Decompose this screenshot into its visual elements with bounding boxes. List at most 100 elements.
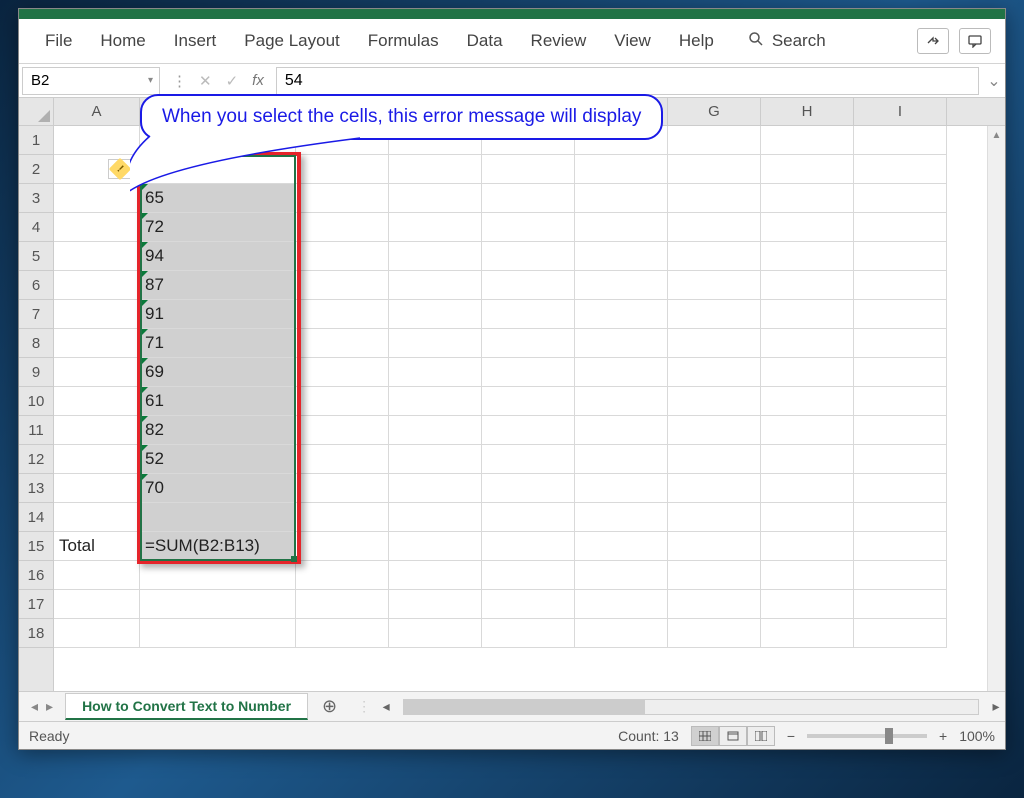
cell-G12[interactable]: [668, 445, 761, 474]
cell-I15[interactable]: [854, 532, 947, 561]
cell-G6[interactable]: [668, 271, 761, 300]
cell-F11[interactable]: [575, 416, 668, 445]
cell-D6[interactable]: [389, 271, 482, 300]
cell-G7[interactable]: [668, 300, 761, 329]
cell-G14[interactable]: [668, 503, 761, 532]
formula-expand[interactable]: ⌄: [983, 71, 1005, 91]
zoom-out-button[interactable]: −: [787, 728, 795, 744]
cell-D13[interactable]: [389, 474, 482, 503]
hscroll-right-icon[interactable]: ▸: [987, 698, 1005, 715]
cell-A14[interactable]: [54, 503, 140, 532]
cell-E18[interactable]: [482, 619, 575, 648]
cell-I7[interactable]: [854, 300, 947, 329]
cell-F3[interactable]: [575, 184, 668, 213]
cell-C7[interactable]: [296, 300, 389, 329]
cell-E7[interactable]: [482, 300, 575, 329]
row-header-8[interactable]: 8: [19, 329, 53, 358]
cell-H15[interactable]: [761, 532, 854, 561]
cell-F8[interactable]: [575, 329, 668, 358]
enter-icon[interactable]: ✓: [226, 72, 239, 90]
ribbon-formulas[interactable]: Formulas: [356, 25, 451, 57]
cell-E12[interactable]: [482, 445, 575, 474]
cell-C16[interactable]: [296, 561, 389, 590]
cell-H6[interactable]: [761, 271, 854, 300]
cell-C9[interactable]: [296, 358, 389, 387]
row-header-4[interactable]: 4: [19, 213, 53, 242]
cell-G5[interactable]: [668, 242, 761, 271]
cell-E16[interactable]: [482, 561, 575, 590]
cell-B11[interactable]: 82: [140, 416, 296, 445]
cell-C15[interactable]: [296, 532, 389, 561]
view-page-layout-button[interactable]: [719, 726, 747, 746]
cell-H1[interactable]: [761, 126, 854, 155]
cell-D5[interactable]: [389, 242, 482, 271]
cell-A9[interactable]: [54, 358, 140, 387]
cells[interactable]: 546572948791716961825270Total=SUM(B2:B13…: [54, 126, 1005, 648]
cancel-icon[interactable]: ✕: [199, 72, 212, 90]
add-sheet-button[interactable]: ⊕: [308, 696, 351, 717]
cell-D17[interactable]: [389, 590, 482, 619]
cell-F4[interactable]: [575, 213, 668, 242]
cell-A12[interactable]: [54, 445, 140, 474]
ribbon-home[interactable]: Home: [88, 25, 157, 57]
cell-I2[interactable]: [854, 155, 947, 184]
cell-D16[interactable]: [389, 561, 482, 590]
cell-E13[interactable]: [482, 474, 575, 503]
search-box[interactable]: Search: [748, 31, 826, 52]
view-normal-button[interactable]: [691, 726, 719, 746]
cell-C14[interactable]: [296, 503, 389, 532]
cell-C8[interactable]: [296, 329, 389, 358]
col-header-i[interactable]: I: [854, 98, 947, 125]
cell-I8[interactable]: [854, 329, 947, 358]
sheet-tab-active[interactable]: How to Convert Text to Number: [65, 693, 308, 720]
cell-B14[interactable]: [140, 503, 296, 532]
cell-F13[interactable]: [575, 474, 668, 503]
cell-G9[interactable]: [668, 358, 761, 387]
cell-F12[interactable]: [575, 445, 668, 474]
cell-H17[interactable]: [761, 590, 854, 619]
cell-H3[interactable]: [761, 184, 854, 213]
cell-A6[interactable]: [54, 271, 140, 300]
cell-C6[interactable]: [296, 271, 389, 300]
row-header-2[interactable]: 2: [19, 155, 53, 184]
horizontal-scrollbar[interactable]: [403, 699, 979, 715]
cell-G18[interactable]: [668, 619, 761, 648]
ribbon-view[interactable]: View: [602, 25, 663, 57]
cell-I14[interactable]: [854, 503, 947, 532]
cell-I17[interactable]: [854, 590, 947, 619]
cell-E17[interactable]: [482, 590, 575, 619]
cell-B18[interactable]: [140, 619, 296, 648]
cell-G4[interactable]: [668, 213, 761, 242]
zoom-in-button[interactable]: +: [939, 728, 947, 744]
vertical-scrollbar[interactable]: ▲: [987, 126, 1005, 691]
cell-A8[interactable]: [54, 329, 140, 358]
cell-E8[interactable]: [482, 329, 575, 358]
cell-D9[interactable]: [389, 358, 482, 387]
cell-E6[interactable]: [482, 271, 575, 300]
cell-H9[interactable]: [761, 358, 854, 387]
cell-D1[interactable]: [389, 126, 482, 155]
cell-H11[interactable]: [761, 416, 854, 445]
row-header-17[interactable]: 17: [19, 590, 53, 619]
cell-G16[interactable]: [668, 561, 761, 590]
share-button[interactable]: [917, 28, 949, 54]
row-header-18[interactable]: 18: [19, 619, 53, 648]
cell-B13[interactable]: 70: [140, 474, 296, 503]
row-header-15[interactable]: 15: [19, 532, 53, 561]
cell-G17[interactable]: [668, 590, 761, 619]
cell-G1[interactable]: [668, 126, 761, 155]
cell-F7[interactable]: [575, 300, 668, 329]
cell-G11[interactable]: [668, 416, 761, 445]
col-header-e[interactable]: E: [482, 98, 575, 125]
col-header-f[interactable]: F: [575, 98, 668, 125]
cell-C10[interactable]: [296, 387, 389, 416]
cell-F2[interactable]: [575, 155, 668, 184]
cell-B3[interactable]: 65: [140, 184, 296, 213]
cell-I6[interactable]: [854, 271, 947, 300]
cell-B5[interactable]: 94: [140, 242, 296, 271]
cell-B1[interactable]: [140, 126, 296, 155]
tab-prev-icon[interactable]: ◂: [31, 698, 38, 715]
cell-E1[interactable]: [482, 126, 575, 155]
cell-B17[interactable]: [140, 590, 296, 619]
cell-A15[interactable]: Total: [54, 532, 140, 561]
